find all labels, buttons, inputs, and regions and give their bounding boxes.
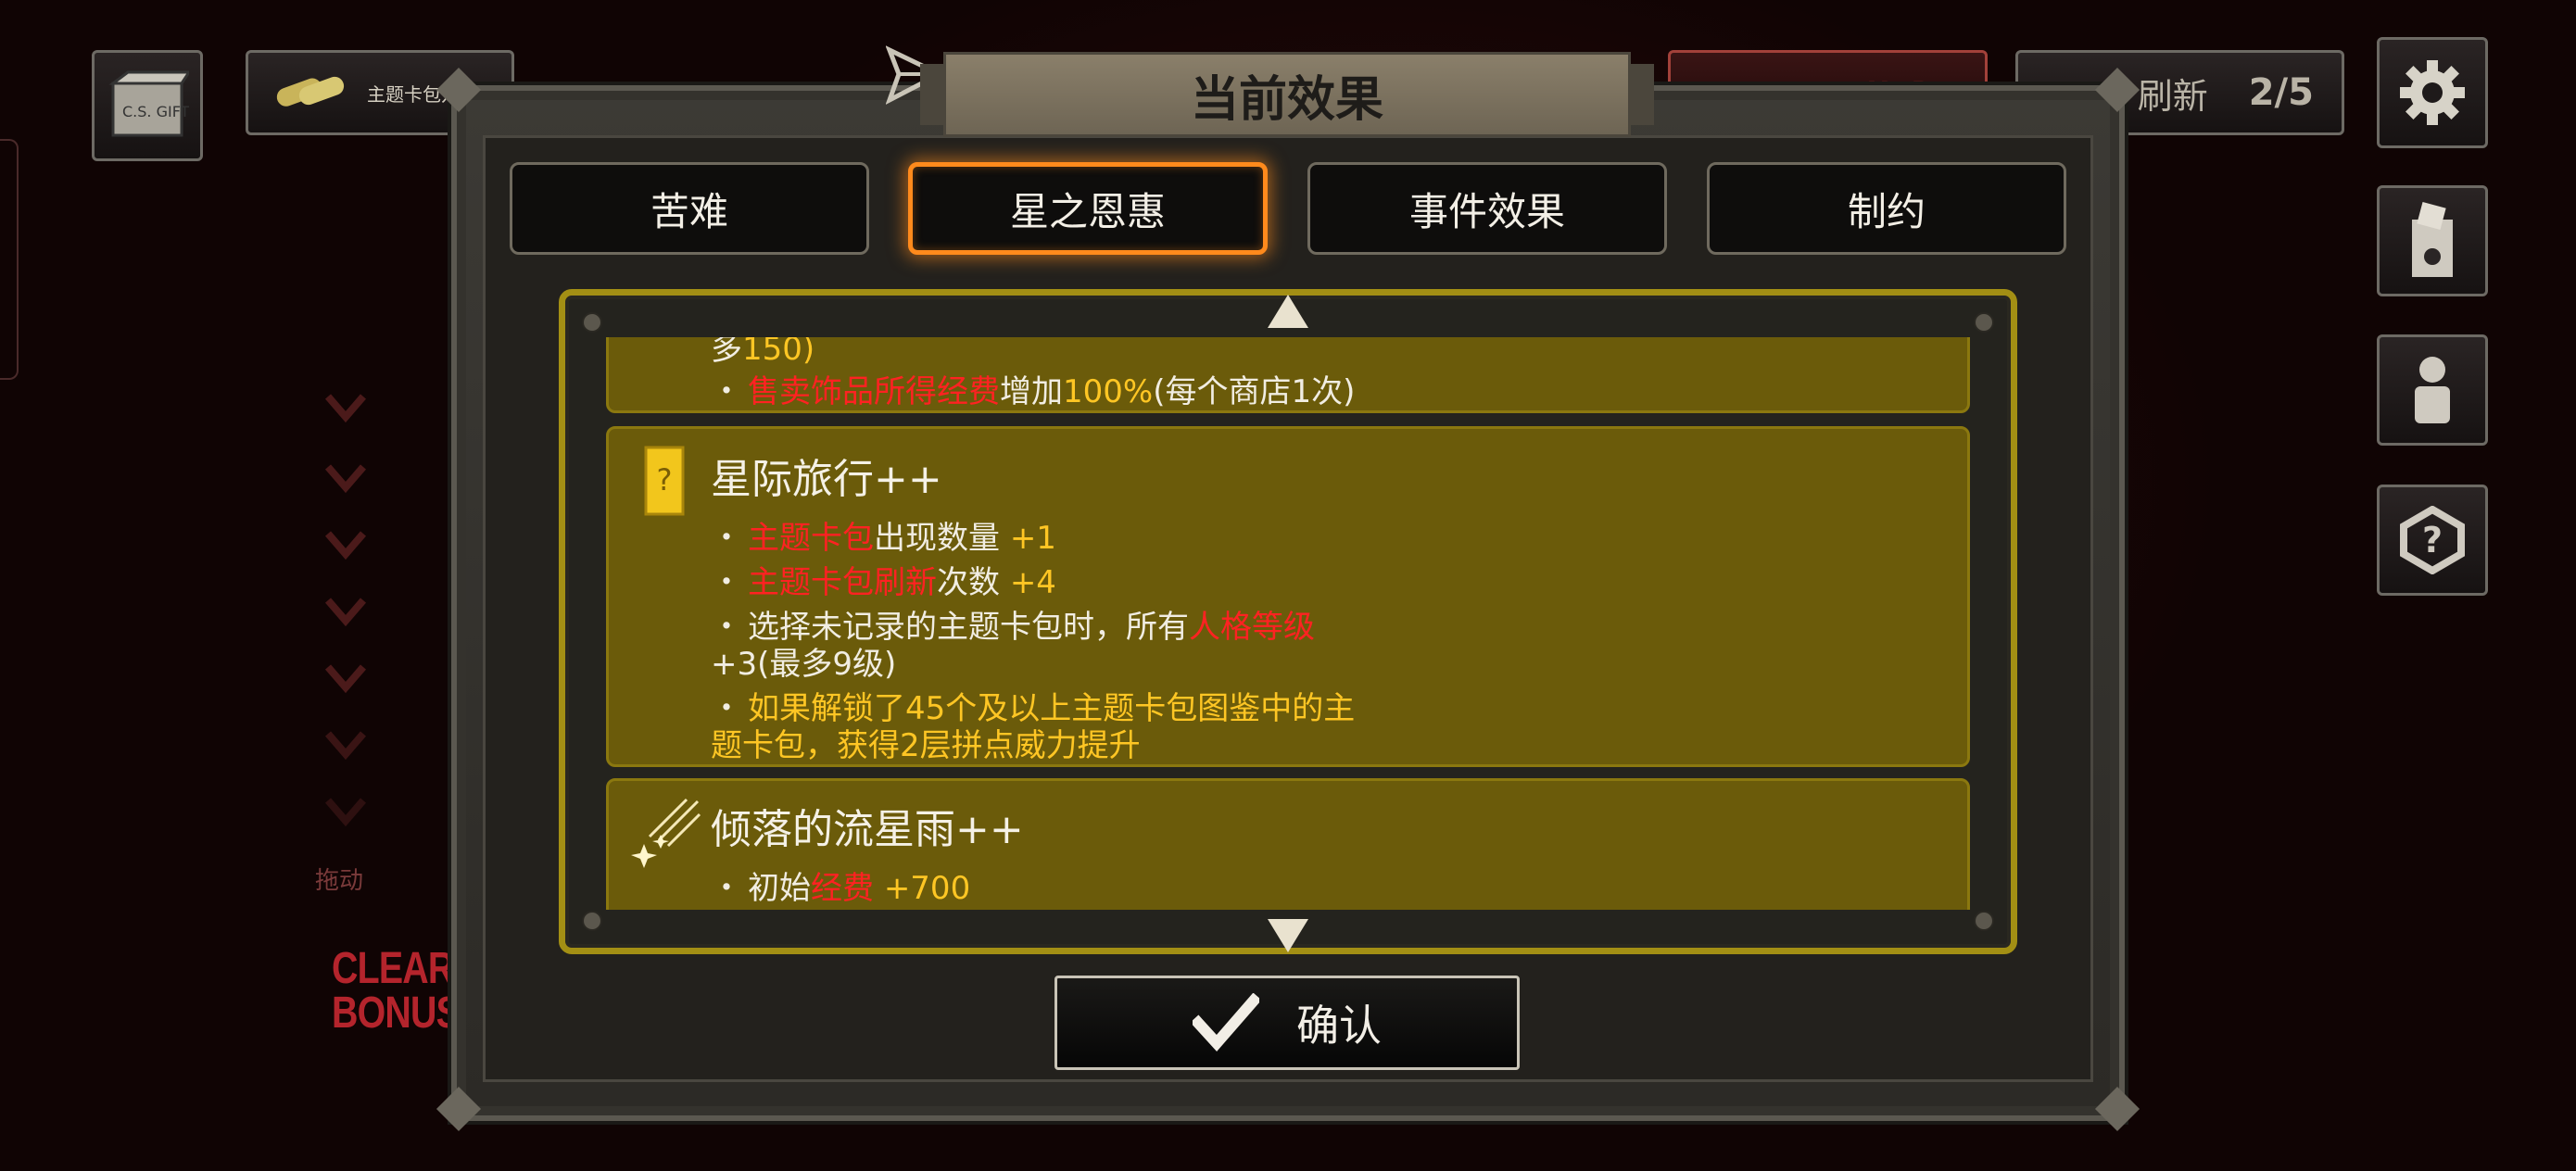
dialog-title: 当前效果: [920, 52, 1654, 137]
effect-card: ? 星际旅行++ ・主题卡包出现数量 +1 ・主题卡包刷新次数 +4 ・选择未记…: [606, 426, 1970, 767]
effect-card: 多150) ・售卖饰品所得经费增加100%(每个商店1次): [606, 337, 1970, 413]
screw: [1974, 312, 1994, 333]
tab-star-blessing[interactable]: 星之恩惠: [908, 162, 1268, 255]
checkmark-icon: [1193, 993, 1259, 1052]
confirm-button[interactable]: 确认: [1054, 976, 1520, 1070]
scroll-up-arrow[interactable]: [1268, 295, 1308, 328]
vending-machine-icon: [2412, 202, 2453, 277]
svg-text:C.S. GIFT: C.S. GIFT: [122, 103, 189, 120]
help-button[interactable]: ?: [2377, 485, 2488, 596]
identity-button[interactable]: [2377, 334, 2488, 446]
gear-icon: [2400, 60, 2465, 125]
effect-line: 多150): [711, 337, 815, 368]
refresh-count: 2/5: [2248, 71, 2314, 114]
svg-text:?: ?: [2422, 520, 2443, 560]
mystery-card-icon: ?: [644, 446, 685, 516]
gift-box-button[interactable]: C.S. GIFT: [92, 50, 203, 161]
effect-title: 星际旅行++: [711, 456, 942, 503]
chevron-down-icon: [324, 731, 367, 761]
tab-restrictions[interactable]: 制约: [1707, 162, 2066, 255]
tab-event-effects[interactable]: 事件效果: [1307, 162, 1667, 255]
chevron-down-icon: [324, 664, 367, 694]
effect-title: 倾落的流星雨++: [711, 806, 1024, 853]
chevron-down-icon: [324, 394, 367, 423]
settings-button[interactable]: [2377, 37, 2488, 148]
effect-line: ・售卖饰品所得经费增加100%(每个商店1次): [711, 373, 1356, 410]
side-panel-edge: [0, 139, 19, 380]
refresh-label: 刷新: [2137, 75, 2208, 117]
effect-line: +3(最多9级): [711, 646, 897, 683]
clear-bonus-label: CLEAR BONUS: [332, 944, 461, 1038]
chevron-down-icon: [324, 464, 367, 494]
meteor-shower-icon: [631, 798, 701, 868]
svg-text:?: ?: [657, 462, 673, 497]
chevron-down-icon: [324, 798, 367, 827]
theme-pack-icon: [276, 76, 345, 107]
screw: [582, 911, 602, 931]
effect-line: ・主题卡包刷新次数 +4: [711, 564, 1056, 601]
effect-line: 题卡包，获得2层拼点威力提升: [711, 727, 1141, 764]
chevron-down-icon: [324, 598, 367, 627]
effect-line: ・初始经费 +700: [711, 870, 971, 907]
effects-list[interactable]: 多150) ・售卖饰品所得经费增加100%(每个商店1次) ? 星际旅行++ ・…: [606, 337, 1970, 910]
drag-hint-label: 拖动: [315, 867, 364, 895]
person-icon: [2415, 357, 2450, 423]
help-icon: ?: [2400, 506, 2465, 574]
gift-box-icon: C.S. GIFT: [108, 70, 189, 137]
screw: [582, 312, 602, 333]
screw: [1974, 911, 1994, 931]
effect-line: ・主题卡包出现数量 +1: [711, 520, 1056, 557]
effect-card: 倾落的流星雨++ ・初始经费 +700: [606, 778, 1970, 910]
tab-hardship[interactable]: 苦难: [510, 162, 869, 255]
ego-gift-button[interactable]: [2377, 185, 2488, 296]
chevron-down-icon: [324, 531, 367, 560]
confirm-label: 确认: [1296, 1001, 1382, 1051]
scroll-down-arrow[interactable]: [1268, 919, 1308, 952]
